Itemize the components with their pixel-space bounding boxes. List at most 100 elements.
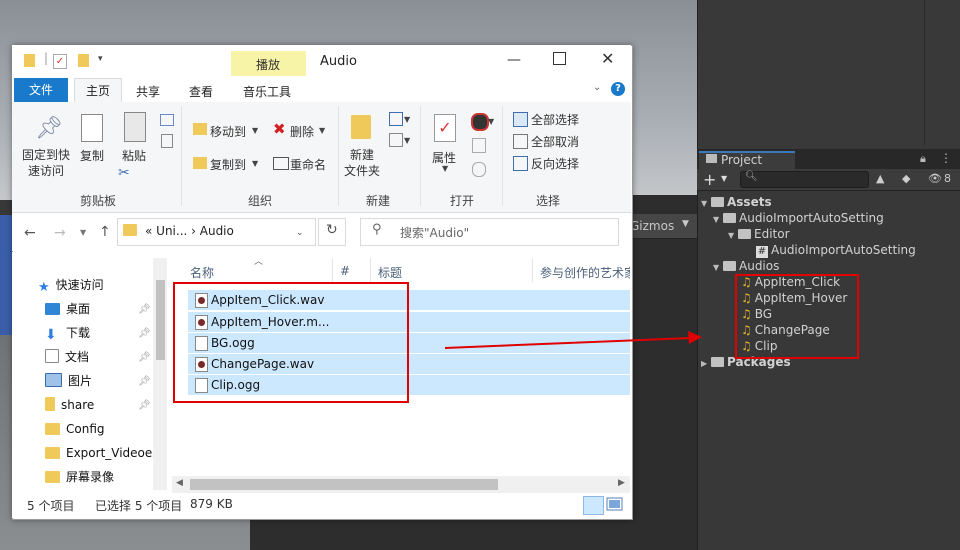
open-with-media-icon[interactable]	[471, 113, 489, 131]
select-none-button[interactable]: 全部取消	[531, 133, 579, 150]
breadcrumb[interactable]: « Uni... › Audio	[145, 224, 234, 238]
column-header-name[interactable]: 名称	[190, 264, 214, 281]
details-view-icon[interactable]	[583, 496, 604, 515]
refresh-icon[interactable]: ↻	[326, 222, 338, 238]
new-folder-icon[interactable]	[78, 54, 89, 67]
horizontal-scrollbar-thumb[interactable]	[190, 479, 498, 490]
move-to-button[interactable]: 移动到	[210, 123, 246, 140]
filter-by-label-icon[interactable]: ◆	[902, 172, 910, 185]
close-button[interactable]: ✕	[601, 49, 614, 68]
minimize-button[interactable]: —	[507, 52, 521, 68]
chevron-down-icon[interactable]: ▼	[404, 115, 410, 124]
pin-icon[interactable]: 📌︎	[138, 400, 151, 411]
column-header-title[interactable]: 标题	[378, 264, 402, 281]
chevron-down-icon[interactable]: ▼	[252, 126, 258, 135]
expand-arrow-icon[interactable]: ▼	[713, 212, 723, 228]
nav-item-config[interactable]: Config	[45, 419, 105, 439]
invert-selection-button[interactable]: 反向选择	[531, 155, 579, 172]
recent-locations-icon[interactable]: ▼	[80, 228, 86, 237]
delete-button[interactable]: 删除	[290, 123, 314, 140]
nav-scrollbar-thumb[interactable]	[156, 280, 165, 360]
filter-by-type-icon[interactable]: ▲	[876, 172, 884, 185]
nav-item-screen-recording[interactable]: 屏幕录像	[45, 467, 114, 487]
star-icon: ★	[38, 280, 50, 295]
customize-toolbar-icon[interactable]: ▾	[98, 54, 103, 64]
paste-shortcut-icon[interactable]	[161, 134, 173, 148]
paste-icon[interactable]	[124, 112, 146, 142]
tree-item-audios[interactable]: ▼ Audios	[713, 258, 779, 274]
copy-button[interactable]: 复制	[80, 147, 104, 164]
tab-share[interactable]: 共享	[136, 83, 160, 100]
rename-button[interactable]: 重命名	[290, 156, 326, 173]
chevron-down-icon[interactable]: ▼	[404, 136, 410, 145]
expand-arrow-icon[interactable]: ▼	[701, 196, 711, 212]
tab-music-tools[interactable]: 音乐工具	[243, 83, 291, 100]
copy-to-button[interactable]: 复制到	[210, 156, 246, 173]
new-folder-icon[interactable]	[351, 115, 371, 139]
large-icons-view-icon[interactable]	[606, 497, 623, 512]
help-icon[interactable]: ?	[611, 82, 625, 96]
project-search-input[interactable]	[740, 171, 869, 188]
chevron-down-icon[interactable]: ⌄	[296, 228, 304, 238]
nav-item-documents[interactable]: 文档	[45, 347, 89, 367]
nav-item-desktop[interactable]: 桌面	[45, 299, 90, 319]
group-new: 新建	[366, 194, 391, 208]
expand-arrow-icon[interactable]: ▼	[728, 228, 738, 244]
chevron-down-icon[interactable]: ▼	[721, 174, 727, 183]
chevron-down-icon[interactable]: ▼	[319, 126, 325, 135]
back-arrow-icon[interactable]: ←	[24, 225, 36, 241]
pin-icon[interactable]: 📌︎	[138, 352, 151, 363]
folder-icon	[738, 229, 751, 239]
copy-icon[interactable]	[81, 114, 103, 142]
pin-icon[interactable]: 📌︎	[138, 376, 151, 387]
tree-item-assets[interactable]: ▼ Assets	[701, 194, 772, 210]
nav-item-downloads[interactable]: ⬇ 下载	[45, 323, 90, 343]
paste-button[interactable]: 粘贴	[122, 147, 146, 164]
cut-icon[interactable]: ✂	[118, 165, 130, 181]
tree-item-editor[interactable]: ▼ Editor	[728, 226, 790, 242]
gizmos-button[interactable]: Gizmos	[630, 219, 674, 233]
forward-arrow-icon[interactable]: →	[54, 225, 66, 241]
pin-icon[interactable]: 📌︎	[35, 116, 63, 141]
tab-home[interactable]: 主页	[74, 78, 122, 103]
hidden-packages-icon[interactable]: 👁︎	[928, 172, 942, 185]
tree-item-script[interactable]: # AudioImportAutoSetting	[756, 242, 916, 258]
tab-file[interactable]: 文件	[14, 78, 68, 102]
tab-project-label: Project	[721, 153, 763, 167]
pin-icon[interactable]: 📌︎	[138, 304, 151, 315]
properties-icon[interactable]: ✓	[53, 54, 67, 69]
up-arrow-icon[interactable]: ↑	[99, 224, 111, 240]
chevron-down-icon[interactable]: ▼	[682, 219, 689, 229]
chevron-down-icon[interactable]: ▼	[442, 164, 448, 173]
expand-arrow-icon[interactable]: ▶	[701, 356, 711, 372]
pictures-icon	[45, 373, 62, 387]
pin-icon[interactable]: 📌︎	[138, 328, 151, 339]
properties-icon[interactable]: ✓	[434, 114, 456, 142]
column-header-number[interactable]: #	[340, 264, 350, 278]
column-header-artist[interactable]: 参与创作的艺术家	[540, 264, 630, 281]
scroll-right-icon[interactable]: ▶	[618, 478, 625, 488]
tab-view[interactable]: 查看	[189, 83, 213, 100]
nav-item-quick-access[interactable]: ★ 快速访问	[38, 275, 104, 295]
nav-item-export-videoes[interactable]: Export_Videoes	[45, 443, 153, 463]
maximize-button[interactable]	[553, 52, 566, 65]
more-menu-icon[interactable]: ⋮	[940, 151, 952, 165]
new-item-icon[interactable]	[389, 112, 403, 126]
chevron-down-icon[interactable]: ▼	[252, 159, 258, 168]
folder-icon	[45, 423, 60, 435]
pin-quick-access-button[interactable]: 固定到快 速访问	[20, 147, 72, 179]
chevron-down-icon[interactable]: ▼	[488, 117, 494, 126]
chevron-down-icon[interactable]: ⌄	[593, 82, 601, 93]
tree-item-audioimportautosetting[interactable]: ▼ AudioImportAutoSetting	[713, 210, 884, 226]
lock-icon[interactable]: 🔒︎	[920, 152, 926, 166]
search-input[interactable]	[360, 218, 619, 246]
scroll-left-icon[interactable]: ◀	[176, 478, 183, 488]
easy-access-icon[interactable]	[389, 133, 403, 147]
copy-path-icon[interactable]	[160, 114, 174, 126]
nav-item-share[interactable]: share	[45, 395, 94, 415]
nav-item-pictures[interactable]: 图片	[45, 371, 92, 391]
create-button[interactable]: +	[703, 170, 716, 189]
select-all-button[interactable]: 全部选择	[531, 111, 579, 128]
expand-arrow-icon[interactable]: ▼	[713, 260, 723, 276]
new-folder-button[interactable]: 新建 文件夹	[344, 147, 380, 179]
